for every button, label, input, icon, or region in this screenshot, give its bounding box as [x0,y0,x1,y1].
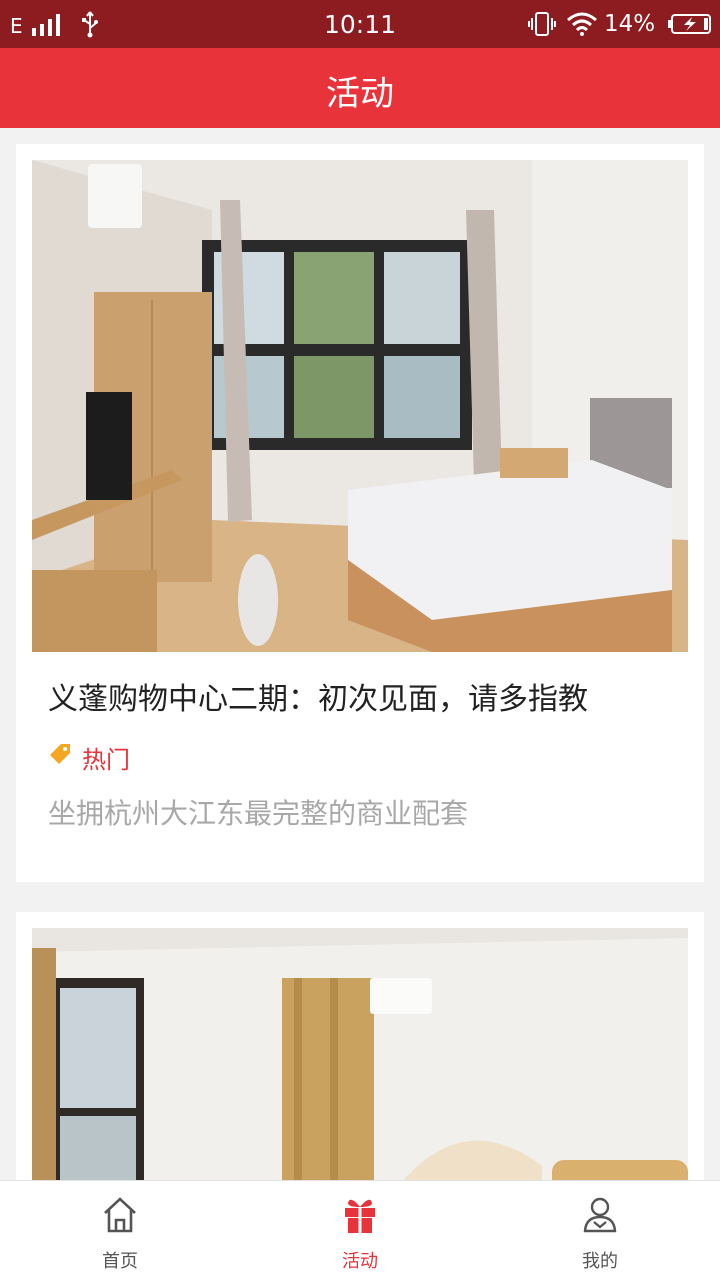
page-title: 活动 [326,74,394,114]
nav-item-mine[interactable]: 我的 [480,1181,720,1280]
home-icon [104,1197,136,1233]
page-header: 活动 [0,48,720,128]
status-bar: E 10:11 14% [0,0,720,48]
user-icon [583,1197,617,1233]
tag-icon [50,744,70,764]
activity-description: 坐拥杭州大江东最完整的商业配套 [48,797,469,830]
activity-photo [32,928,688,1180]
nav-label-mine: 我的 [582,1251,618,1272]
nav-item-home[interactable]: 首页 [0,1181,240,1280]
activity-card[interactable]: 义蓬购物中心二期：初次见面，请多指教 热门 坐拥杭州大江东最完整的商业配套 [16,144,704,882]
battery-charging-icon [668,14,711,34]
nav-label-activity: 活动 [342,1251,378,1272]
activity-feed[interactable]: 义蓬购物中心二期：初次见面，请多指教 热门 坐拥杭州大江东最完整的商业配套 [0,128,720,1180]
battery-percent: 14% [604,11,656,37]
gift-icon [345,1199,375,1233]
wifi-icon [567,12,597,36]
activity-photo [32,160,688,652]
tag-label: 热门 [82,746,130,774]
bedroom-photo-with-curtains [32,928,688,1180]
nav-item-activity[interactable]: 活动 [240,1181,480,1280]
vibrate-icon [528,12,556,36]
bottom-nav: 首页 活动 我的 [0,1180,720,1280]
bedroom-photo-with-window [32,160,688,652]
activity-card[interactable] [16,912,704,1180]
activity-title[interactable]: 义蓬购物中心二期：初次见面，请多指教 [48,674,588,718]
nav-label-home: 首页 [102,1251,138,1272]
